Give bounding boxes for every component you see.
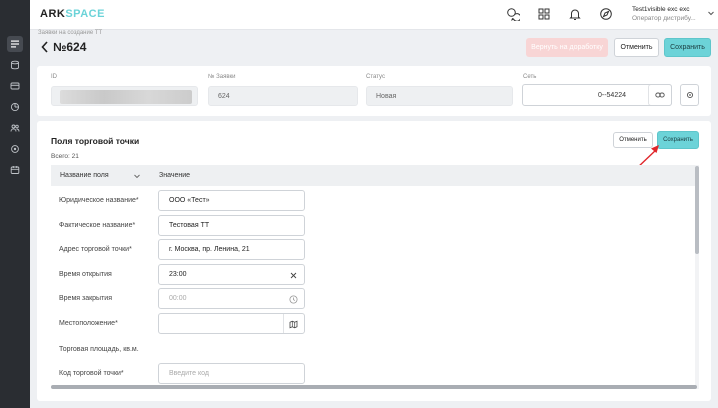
breadcrumb[interactable]: Заявки на создание ТТ (38, 30, 102, 36)
grid-icon[interactable] (537, 7, 551, 21)
row-label: Торговая площадь, кв.м. (59, 346, 139, 353)
settings-icon[interactable] (7, 141, 23, 157)
settings-button[interactable] (680, 84, 699, 106)
row-label: Юридическое название* (59, 197, 139, 204)
section-save-button[interactable]: Сохранить (657, 131, 699, 149)
location-input[interactable] (158, 313, 305, 334)
outlet-code-input[interactable]: Введите код (158, 363, 305, 384)
row-label: Местоположение* (59, 320, 118, 327)
horizontal-scrollbar[interactable] (51, 385, 697, 389)
back-arrow-icon[interactable] (40, 40, 50, 54)
left-sidebar (0, 0, 30, 408)
fields-card (37, 121, 711, 401)
user-info[interactable]: Test1visible exc exc Оператор дистрибу..… (632, 5, 696, 23)
logo: ARKSPACE (40, 8, 105, 20)
card-icon[interactable] (7, 78, 23, 94)
users-icon[interactable] (7, 120, 23, 136)
database-icon[interactable] (7, 57, 23, 73)
bell-icon[interactable] (568, 7, 582, 21)
network-label: Сеть (523, 74, 537, 80)
row-label: Код торговой точки* (59, 370, 124, 377)
address-input[interactable]: г. Москва, пр. Ленина, 21 (158, 239, 305, 260)
close-icon[interactable] (288, 270, 298, 280)
legal-name-input[interactable]: ООО «Тест» (158, 190, 305, 211)
user-role: Оператор дистрибу... (632, 15, 696, 22)
list-icon[interactable] (7, 36, 23, 52)
page-title: №624 (53, 40, 87, 54)
pie-icon[interactable] (7, 99, 23, 115)
cancel-button[interactable]: Отменить (614, 38, 659, 57)
id-label: ID (51, 74, 57, 80)
row-label: Фактическое название* (59, 222, 136, 229)
total-count: Всего: 21 (51, 153, 79, 160)
request-number-label: № Заявки (208, 74, 236, 80)
id-redacted-value (60, 90, 192, 104)
row-label: Адрес торговой точки* (59, 246, 132, 253)
section-title: Поля торговой точки (51, 136, 140, 146)
chevron-down-icon[interactable] (133, 172, 141, 180)
row-label: Время закрытия (59, 295, 112, 302)
request-number-field: 624 (208, 86, 358, 106)
clock-icon[interactable] (288, 294, 298, 304)
close-time-input[interactable]: 00:00 (158, 288, 305, 309)
link-icon[interactable] (648, 84, 672, 106)
status-label: Статус (366, 74, 385, 80)
actual-name-input[interactable]: Тестовая ТТ (158, 215, 305, 236)
top-bar: ARKSPACE Test1visible exc exc Оператор д… (30, 0, 718, 30)
column-header-value: Значение (159, 172, 191, 179)
open-time-input[interactable]: 23:00 (158, 264, 305, 285)
column-header-name[interactable]: Название поля (60, 172, 109, 179)
vertical-scrollbar-thumb[interactable] (695, 166, 699, 254)
gear-icon (686, 91, 693, 99)
map-icon[interactable] (288, 319, 298, 329)
compass-icon[interactable] (599, 7, 613, 21)
user-name: Test1visible exc exc (632, 6, 690, 13)
calendar-icon[interactable] (7, 162, 23, 178)
row-label: Время открытия (59, 271, 112, 278)
status-field: Новая (366, 86, 513, 106)
chat-icon[interactable] (506, 7, 520, 21)
table-header: Название поля Значение (51, 165, 699, 186)
return-for-rework-button[interactable]: Вернуть на доработку (526, 38, 608, 57)
chevron-down-icon[interactable] (707, 9, 715, 17)
save-button[interactable]: Сохранить (664, 38, 711, 57)
